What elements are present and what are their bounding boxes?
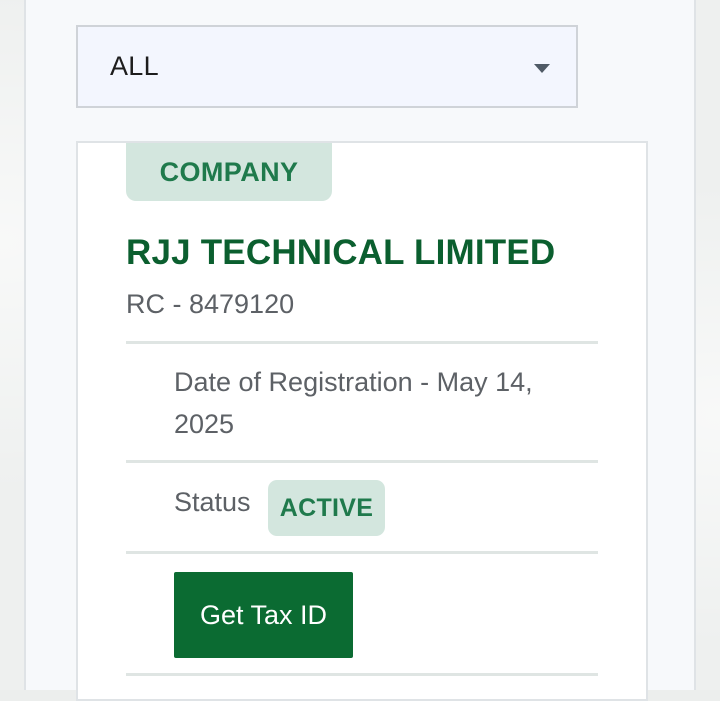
divider <box>126 341 598 344</box>
status-label: Status <box>174 487 251 518</box>
rc-number: RC - 8479120 <box>126 289 294 320</box>
get-tax-id-button[interactable]: Get Tax ID <box>174 572 353 658</box>
status-badge: ACTIVE <box>268 480 385 536</box>
registration-date: Date of Registration - May 14, 2025 <box>174 361 574 445</box>
filter-select[interactable]: ALL <box>76 25 578 108</box>
company-name: RJJ TECHNICAL LIMITED <box>126 233 555 273</box>
results-panel: ALL COMPANY RJJ TECHNICAL LIMITED RC - 8… <box>24 0 696 690</box>
company-card: COMPANY RJJ TECHNICAL LIMITED RC - 84791… <box>76 141 648 701</box>
divider <box>126 673 598 676</box>
filter-select-value: ALL <box>110 51 159 82</box>
entity-type-badge: COMPANY <box>126 143 332 201</box>
chevron-down-icon[interactable] <box>534 64 550 73</box>
divider <box>126 460 598 463</box>
divider <box>126 551 598 554</box>
